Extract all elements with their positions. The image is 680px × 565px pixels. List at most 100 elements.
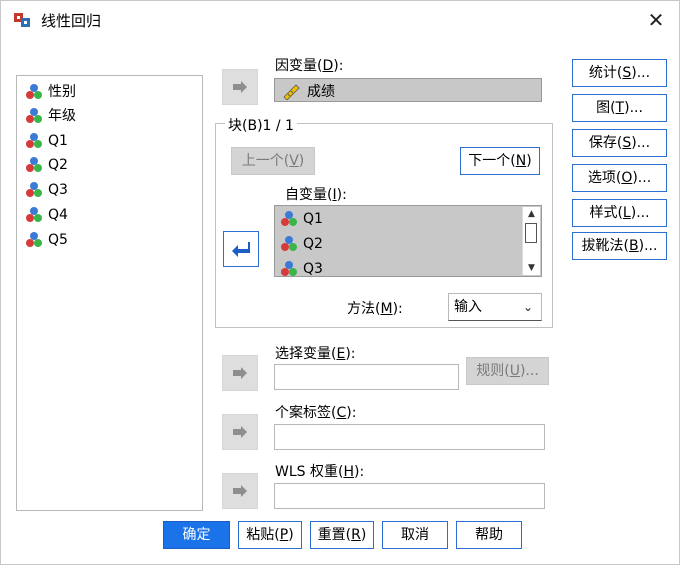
move-to-case-labels-button[interactable] (222, 414, 258, 450)
list-item[interactable]: Q1 (280, 208, 323, 230)
list-item[interactable]: Q2 (280, 233, 323, 255)
label-text: )... (632, 170, 652, 186)
label-text: )... (630, 205, 650, 221)
style-button[interactable]: 样式(L)... (572, 199, 667, 227)
nominal-variable-icon (281, 211, 297, 226)
label-text: 粘贴( (246, 527, 280, 543)
chevron-down-icon: ⌄ (522, 300, 533, 314)
reset-button[interactable]: 重置(R) (310, 521, 374, 549)
independent-scrollbar[interactable]: ▲ ▼ (522, 207, 540, 275)
mnemonic: L (622, 205, 631, 221)
nominal-variable-icon (26, 207, 42, 222)
label-text: 方法( (347, 301, 381, 317)
cancel-button[interactable]: 取消 (382, 521, 448, 549)
label-text: WLS 权重( (275, 464, 344, 480)
list-item[interactable]: Q1 (25, 130, 68, 152)
move-to-independent-button[interactable] (223, 231, 259, 267)
variable-name: Q1 (48, 133, 68, 149)
window-title: 线性回归 (41, 12, 102, 30)
close-icon[interactable]: ✕ (643, 7, 669, 33)
statistics-button[interactable]: 统计(S)... (572, 59, 667, 87)
move-to-selection-button[interactable] (222, 355, 258, 391)
label-text: 下一个( (468, 153, 516, 169)
label-text: 统计( (588, 65, 623, 81)
label-text: ) (526, 153, 532, 169)
arrow-right-icon (233, 426, 247, 438)
list-item[interactable]: 性别 (25, 81, 76, 103)
bootstrap-button[interactable]: 拔靴法(B)... (572, 232, 667, 260)
variable-name: 年级 (48, 108, 76, 124)
label-text: )... (631, 65, 651, 81)
mnemonic: D (322, 58, 334, 74)
previous-block-button[interactable]: 上一个(V) (231, 147, 315, 175)
scroll-down-icon[interactable]: ▼ (523, 261, 540, 275)
mnemonic: U (509, 363, 520, 379)
scroll-up-icon[interactable]: ▲ (523, 207, 540, 221)
wls-weight-label: WLS 权重(H): (275, 461, 364, 481)
label-text: ): (333, 58, 344, 74)
nominal-variable-icon (26, 108, 42, 123)
help-button[interactable]: 帮助 (456, 521, 522, 549)
options-button[interactable]: 选项(O)... (572, 164, 667, 192)
list-item[interactable]: Q3 (280, 258, 323, 277)
selection-variable-label: 选择变量(E): (275, 343, 356, 363)
method-value: 输入 (454, 299, 482, 315)
label-text: 选择变量( (275, 346, 337, 362)
variable-name: Q4 (48, 207, 68, 223)
case-labels-field[interactable] (274, 424, 545, 450)
arrow-right-icon (233, 81, 247, 93)
label-text: 规则( (476, 363, 510, 379)
mnemonic: M (380, 301, 393, 317)
paste-button[interactable]: 粘贴(P) (238, 521, 302, 549)
mnemonic: P (279, 527, 289, 543)
mnemonic: C (336, 405, 347, 421)
linear-regression-dialog: 线性回归 ✕ 性别 年级 Q1 Q2 Q3 Q4 Q5 因变量(D): 成绩 块… (0, 0, 680, 565)
nominal-variable-icon (26, 133, 42, 148)
ok-button[interactable]: 确定 (163, 521, 230, 549)
label-text: 图( (596, 100, 616, 116)
variable-name: Q2 (48, 157, 68, 173)
label-text: 自变量( (285, 187, 333, 203)
app-icon (14, 13, 30, 27)
dependent-field[interactable]: 成绩 (274, 78, 542, 102)
mnemonic: O (621, 170, 633, 186)
variable-name: Q2 (303, 236, 323, 252)
next-block-button[interactable]: 下一个(N) (460, 147, 540, 175)
nominal-variable-icon (26, 232, 42, 247)
method-select[interactable]: 输入 ⌄ (448, 293, 542, 321)
variable-name: Q3 (48, 182, 68, 198)
label-text: 样式( (589, 205, 623, 221)
wls-weight-field[interactable] (274, 483, 545, 509)
rule-button[interactable]: 规则(U)... (466, 357, 549, 385)
list-item[interactable]: Q2 (25, 154, 68, 176)
scale-variable-icon (283, 84, 300, 100)
plots-button[interactable]: 图(T)... (572, 94, 667, 122)
nominal-variable-icon (26, 157, 42, 172)
method-label: 方法(M): (347, 298, 403, 318)
label-text: )... (519, 363, 539, 379)
label-text: 保存( (588, 135, 623, 151)
arrow-right-icon (233, 367, 247, 379)
label-text: ): (336, 187, 347, 203)
dependent-item[interactable]: 成绩 (281, 80, 335, 102)
variable-name: 性别 (48, 84, 76, 100)
label-text: 重置( (317, 527, 352, 543)
selection-variable-field[interactable] (274, 364, 459, 390)
move-to-dependent-button[interactable] (222, 69, 258, 105)
mnemonic: S (622, 65, 632, 81)
independent-label: 自变量(I): (285, 184, 347, 204)
label-text: 个案标签( (275, 405, 337, 421)
nominal-variable-icon (281, 236, 297, 251)
label-text: ): (345, 346, 356, 362)
move-to-wls-button[interactable] (222, 473, 258, 509)
list-item[interactable]: 年级 (25, 105, 76, 127)
list-item[interactable]: Q3 (25, 179, 68, 201)
list-item[interactable]: Q4 (25, 204, 68, 226)
variable-name: Q3 (303, 261, 323, 277)
scroll-thumb[interactable] (525, 223, 537, 243)
save-button[interactable]: 保存(S)... (572, 129, 667, 157)
mnemonic: S (622, 135, 632, 151)
independent-list[interactable]: Q1 Q2 Q3 ▲ ▼ (274, 205, 542, 277)
list-item[interactable]: Q5 (25, 229, 68, 251)
source-variable-list[interactable]: 性别 年级 Q1 Q2 Q3 Q4 Q5 (16, 75, 203, 511)
